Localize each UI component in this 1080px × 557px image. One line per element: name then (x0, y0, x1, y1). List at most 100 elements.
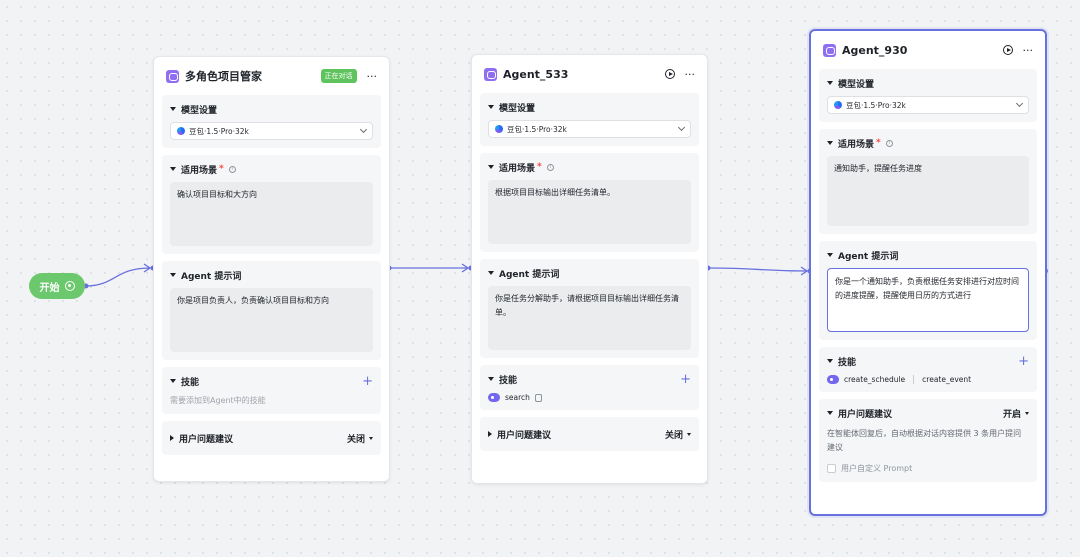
caret-down-icon (827, 253, 833, 257)
node-title[interactable]: Agent_930 (842, 44, 997, 57)
model-name: 豆包·1.5·Pro·32k (189, 126, 249, 136)
agent-icon (484, 67, 497, 81)
caret-down-icon (488, 165, 494, 169)
section-title: 用户问题建议 (497, 430, 552, 441)
section-header[interactable]: 技能 + (170, 374, 373, 388)
skills-section: 技能 + search (480, 365, 699, 410)
section-header[interactable]: 模型设置 (170, 102, 373, 116)
suggest-toggle[interactable]: 关闭 (665, 428, 691, 441)
custom-prompt-label: 用户自定义 Prompt (841, 464, 913, 473)
database-icon[interactable] (534, 393, 542, 402)
node-title[interactable]: Agent_533 (503, 68, 659, 81)
suggest-section: 用户问题建议 开启 在智能体回复后，自动根据对话内容提供 3 条用户提问建议 用… (819, 399, 1037, 482)
node-header: Agent_533 ··· (480, 55, 699, 93)
node-title[interactable]: 多角色项目管家 (185, 68, 315, 84)
model-settings-section: 模型设置 豆包·1.5·Pro·32k (162, 95, 381, 148)
scenario-input[interactable]: 根据项目目标输出详细任务清单。 (488, 180, 691, 244)
scenario-input[interactable]: 确认项目目标和大方向 (170, 182, 373, 246)
suggest-section: 用户问题建议 关闭 (162, 421, 381, 455)
prompt-section: Agent 提示词 你是任务分解助手，请根据项目目标输出详细任务清单。 (480, 259, 699, 358)
info-icon[interactable]: i (546, 163, 554, 171)
info-icon[interactable]: i (228, 165, 236, 173)
section-header[interactable]: Agent 提示词 (488, 266, 691, 280)
prompt-section: Agent 提示词 你是一个通知助手，负责根据任务安排进行对应时间的进度提醒，提… (819, 241, 1037, 340)
required-mark: * (537, 162, 542, 172)
caret-down-icon (170, 107, 176, 111)
scenario-input[interactable]: 通知助手，提醒任务进度 (827, 156, 1029, 226)
section-header[interactable]: Agent 提示词 (170, 268, 373, 282)
model-logo-icon (495, 125, 503, 133)
section-title: 技能 (838, 357, 857, 368)
section-header[interactable]: 用户问题建议 关闭 (170, 431, 373, 445)
required-mark: * (219, 164, 224, 174)
workflow-canvas[interactable]: 开始 多角色项目管家 正在对话 ··· 模型设置 豆包·1.5·Pro·32k (0, 0, 1080, 557)
section-header[interactable]: 适用场景 * i (170, 162, 373, 176)
scenario-section: 适用场景 * i 确认项目目标和大方向 (162, 155, 381, 254)
section-title: 模型设置 (499, 103, 536, 114)
section-header[interactable]: 适用场景 * i (488, 160, 691, 174)
gear-icon[interactable] (64, 281, 75, 291)
node-header: Agent_930 ··· (819, 31, 1037, 69)
section-header[interactable]: 适用场景 * i (827, 136, 1029, 150)
prompt-input[interactable]: 你是一个通知助手，负责根据任务安排进行对应时间的进度提醒，提醒使用日历的方式进行 (827, 268, 1029, 332)
agent-node-3[interactable]: Agent_930 ··· 模型设置 豆包·1.5·Pro·32k 适用场景 *… (809, 29, 1047, 516)
play-icon[interactable] (664, 69, 675, 79)
prompt-input[interactable]: 你是项目负责人，负责确认项目目标和方向 (170, 288, 373, 352)
section-header[interactable]: 模型设置 (488, 100, 691, 114)
model-settings-section: 模型设置 豆包·1.5·Pro·32k (819, 69, 1037, 122)
model-select[interactable]: 豆包·1.5·Pro·32k (170, 122, 373, 140)
divider (913, 375, 915, 384)
add-skill-button[interactable]: + (1018, 355, 1029, 368)
more-icon[interactable]: ··· (1023, 45, 1034, 56)
scenario-section: 适用场景 * i 根据项目目标输出详细任务清单。 (480, 153, 699, 252)
caret-down-icon (687, 432, 691, 436)
suggest-value: 关闭 (346, 434, 365, 445)
model-select[interactable]: 豆包·1.5·Pro·32k (827, 96, 1029, 114)
prompt-input[interactable]: 你是任务分解助手，请根据项目目标输出详细任务清单。 (488, 286, 691, 350)
section-title: 用户问题建议 (179, 434, 234, 445)
edge-arrow-node1 (143, 263, 152, 273)
caret-right-icon (170, 435, 174, 441)
section-header[interactable]: 用户问题建议 开启 (827, 406, 1029, 420)
edge-arrow-node3 (800, 266, 809, 276)
section-header[interactable]: 技能 + (827, 354, 1029, 368)
caret-down-icon (827, 141, 833, 145)
section-header[interactable]: 技能 + (488, 372, 691, 386)
model-select[interactable]: 豆包·1.5·Pro·32k (488, 120, 691, 138)
suggest-description: 在智能体回复后，自动根据对话内容提供 3 条用户提问建议 (827, 429, 1022, 452)
custom-prompt-option[interactable]: 用户自定义 Prompt (827, 463, 1029, 474)
agent-node-1[interactable]: 多角色项目管家 正在对话 ··· 模型设置 豆包·1.5·Pro·32k 适用场… (153, 56, 390, 482)
section-header[interactable]: 用户问题建议 关闭 (488, 427, 691, 441)
section-header[interactable]: 模型设置 (827, 76, 1029, 90)
start-label: 开始 (39, 282, 60, 294)
more-icon[interactable]: ··· (685, 69, 696, 80)
suggest-toggle[interactable]: 开启 (1003, 407, 1029, 420)
section-title: 适用场景 (499, 163, 536, 174)
caret-down-icon (488, 377, 494, 381)
custom-prompt-checkbox[interactable] (827, 464, 836, 473)
agent-node-2[interactable]: Agent_533 ··· 模型设置 豆包·1.5·Pro·32k 适用场景 *… (471, 54, 708, 484)
agent-icon (823, 43, 836, 57)
prompt-section: Agent 提示词 你是项目负责人，负责确认项目目标和方向 (162, 261, 381, 360)
suggest-toggle[interactable]: 关闭 (347, 432, 373, 445)
more-icon[interactable]: ··· (367, 71, 378, 82)
play-icon[interactable] (1002, 45, 1013, 55)
add-skill-button[interactable]: + (680, 373, 691, 386)
section-header[interactable]: Agent 提示词 (827, 248, 1029, 262)
section-title: Agent 提示词 (499, 269, 560, 280)
add-skill-button[interactable]: + (362, 375, 373, 388)
skill-item[interactable]: search (488, 393, 691, 402)
model-logo-icon (834, 101, 842, 109)
start-node[interactable]: 开始 (29, 273, 85, 299)
skill-name: create_event (922, 375, 972, 384)
section-title: 适用场景 (838, 139, 875, 150)
info-icon[interactable]: i (885, 139, 893, 147)
caret-down-icon (827, 359, 833, 363)
section-title: 技能 (181, 377, 200, 388)
plugin-icon (488, 393, 500, 402)
chevron-down-icon (1015, 99, 1024, 108)
status-badge: 正在对话 (320, 69, 357, 83)
skill-item[interactable]: create_schedule create_event (827, 375, 1029, 384)
section-title: 适用场景 (181, 165, 218, 176)
plugin-icon (827, 375, 839, 384)
